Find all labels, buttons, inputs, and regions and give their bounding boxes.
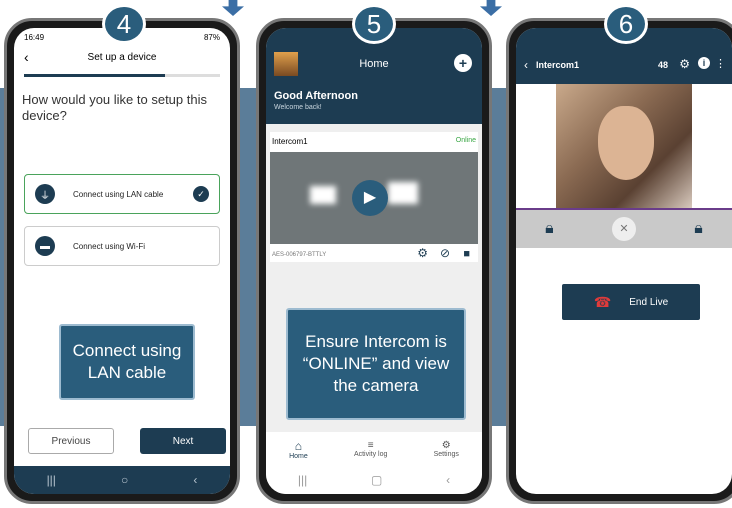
home-icon: ⌂ [294, 438, 303, 453]
page-title: Set up a device [87, 51, 157, 63]
gear-icon[interactable]: ⚙ [417, 246, 428, 260]
trash-icon[interactable]: ■ [463, 248, 470, 260]
android-nav-bar: ||| ○ ‹ [14, 466, 230, 494]
page-title: Home [359, 58, 389, 70]
step-badge-4: 4 [102, 4, 146, 44]
recent-apps-icon[interactable]: ||| [298, 473, 307, 487]
callout-online: Ensure Intercom is “ONLINE” and view the… [286, 308, 466, 420]
arrow-down-icon [222, 0, 244, 16]
greeting: Good Afternoon [274, 90, 358, 102]
status-battery: 87% [203, 33, 220, 42]
lock-2-icon[interactable]: 🔒︎ [694, 220, 703, 238]
option-lan[interactable]: ⏚ Connect using LAN cable ✓ [24, 174, 220, 214]
home-nav-icon[interactable]: ▢ [371, 473, 382, 487]
info-icon[interactable]: i [698, 57, 710, 69]
tab-settings-label: Settings [433, 451, 459, 458]
light-spot [310, 186, 336, 204]
device-name: Intercom1 [272, 137, 308, 146]
tab-settings[interactable]: ⚙ Settings [434, 440, 459, 458]
lock-1-icon[interactable]: 🔒︎ [545, 220, 554, 238]
setup-question: How would you like to setup this device? [22, 92, 207, 123]
progress-fill [24, 74, 166, 77]
option-lan-label: Connect using LAN cable [73, 189, 164, 199]
arrow-down-icon [480, 0, 502, 16]
hang-up-icon: ☎ [593, 293, 612, 310]
back-nav-icon[interactable]: ‹ [193, 473, 197, 487]
mute-mic-icon[interactable]: ✕ [611, 217, 636, 241]
video-camera-icon[interactable]: ▶ [352, 180, 388, 216]
phone-setup: 16:49 87% ‹ Set up a device How would yo… [4, 18, 240, 504]
setup-header: ‹ Set up a device [14, 46, 230, 68]
tab-bar: ⌂ Home ≡ Activity log ⚙ Settings [266, 432, 482, 466]
recent-apps-icon[interactable]: ||| [47, 473, 56, 487]
check-icon: ✓ [193, 186, 209, 202]
end-live-button[interactable]: ☎ End Live [562, 284, 700, 320]
option-wifi[interactable]: ▬ Connect using Wi-Fi [24, 226, 220, 266]
count-badge: 48 [657, 60, 668, 70]
tab-activity-label: Activity log [353, 451, 388, 458]
live-video-feed [556, 84, 692, 208]
callout-lan: Connect using LAN cable [59, 324, 195, 400]
option-wifi-label: Connect using Wi-Fi [73, 241, 146, 251]
settings-icon: ⚙ [441, 440, 451, 451]
device-status: Online [455, 137, 476, 144]
activity-log-icon: ≡ [367, 440, 374, 451]
screen-home: Home + Good Afternoon Welcome back! Inte… [266, 28, 482, 494]
end-live-label: End Live [629, 296, 669, 308]
screen-live: ‹ Intercom1 48 ⚙ i ⋮ 🔒︎ ✕ 🔒︎ ☎ End Live [516, 28, 732, 494]
device-serial: AES-006797-BTTLY [272, 252, 327, 258]
welcome-text: Welcome back! [274, 104, 322, 111]
back-nav-icon[interactable]: ‹ [446, 473, 450, 487]
face-shape [598, 106, 654, 180]
back-icon[interactable]: ‹ [524, 58, 528, 72]
gear-icon[interactable]: ⚙ [679, 57, 690, 71]
previous-button[interactable]: Previous [28, 428, 114, 454]
tab-home-label: Home [289, 452, 308, 460]
router-icon: ▬ [35, 236, 55, 256]
phone-live: ‹ Intercom1 48 ⚙ i ⋮ 🔒︎ ✕ 🔒︎ ☎ End Live [506, 18, 732, 504]
block-icon[interactable]: ⊘ [440, 246, 450, 260]
android-nav-bar: ||| ▢ ‹ [266, 466, 482, 494]
step-badge-5: 5 [352, 4, 396, 44]
home-nav-icon[interactable]: ○ [121, 473, 128, 487]
live-controls: 🔒︎ ✕ 🔒︎ [516, 208, 732, 248]
step-badge-6: 6 [604, 4, 648, 44]
add-icon[interactable]: + [454, 54, 472, 72]
tutorial-stage: 4 16:49 87% ‹ Set up a device How would … [0, 0, 732, 508]
page-title: Intercom1 [536, 60, 580, 70]
tab-activity-log[interactable]: ≡ Activity log [354, 440, 387, 458]
lan-plug-icon: ⏚ [35, 184, 55, 204]
tab-home[interactable]: ⌂ Home [289, 439, 308, 460]
next-button[interactable]: Next [140, 428, 226, 454]
screen-setup: 16:49 87% ‹ Set up a device How would yo… [14, 28, 230, 494]
light-spot [388, 182, 418, 204]
status-time: 16:49 [24, 33, 45, 42]
camera-preview[interactable]: ▶ [270, 152, 478, 244]
more-icon[interactable]: ⋮ [715, 57, 726, 70]
device-card[interactable]: Intercom1 Online ▶ AES-006797-BTTLY ⚙ ⊘ … [270, 132, 478, 262]
setup-progress-bar [24, 74, 220, 77]
phone-home: Home + Good Afternoon Welcome back! Inte… [256, 18, 492, 504]
